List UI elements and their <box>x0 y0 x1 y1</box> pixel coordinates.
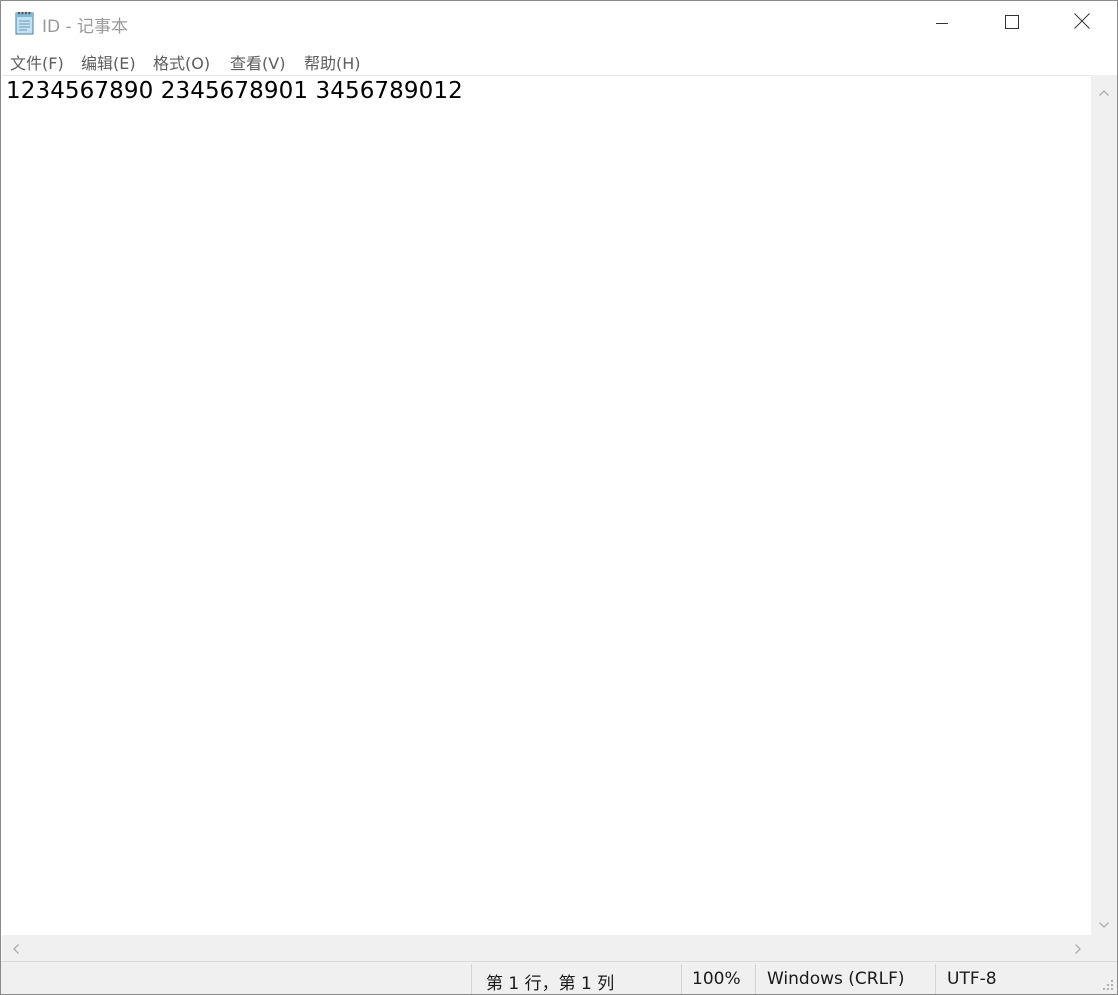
encoding: UTF-8 <box>947 969 997 989</box>
notepad-window: ID - 记事本 文件(F) 编辑(E) 格式(O) 查看(V) 帮助(H) 1… <box>0 0 1118 995</box>
scroll-right-button[interactable] <box>1066 935 1090 961</box>
menu-edit[interactable]: 编辑(E) <box>80 50 137 74</box>
text-editor[interactable]: 1234567890 2345678901 3456789012 <box>2 75 1091 935</box>
line-ending: Windows (CRLF) <box>767 969 905 989</box>
close-button[interactable] <box>1047 1 1117 45</box>
chevron-up-icon <box>1099 81 1109 100</box>
status-divider <box>935 964 936 994</box>
status-divider <box>471 964 472 994</box>
cursor-position: 第 1 行，第 1 列 <box>486 974 615 994</box>
menu-file[interactable]: 文件(F) <box>9 50 65 74</box>
horizontal-scrollbar[interactable] <box>2 935 1091 961</box>
maximize-button[interactable] <box>977 1 1047 45</box>
window-title: ID - 记事本 <box>42 17 129 37</box>
minimize-icon <box>936 14 948 33</box>
vertical-scrollbar[interactable] <box>1091 75 1117 935</box>
status-bar: 第 1 行，第 1 列 100% Windows (CRLF) UTF-8 <box>1 961 1117 994</box>
menu-help[interactable]: 帮助(H) <box>303 50 362 74</box>
scroll-up-button[interactable] <box>1091 77 1117 103</box>
minimize-button[interactable] <box>907 1 977 45</box>
menu-bar: 文件(F) 编辑(E) 格式(O) 查看(V) 帮助(H) <box>1 45 1117 75</box>
menu-view[interactable]: 查看(V) <box>229 50 286 74</box>
resize-grip-icon[interactable] <box>1099 976 1115 992</box>
close-icon <box>1074 13 1090 33</box>
status-divider <box>755 964 756 994</box>
scroll-left-button[interactable] <box>4 935 28 961</box>
maximize-icon <box>1005 14 1019 33</box>
zoom-level: 100% <box>692 969 741 989</box>
chevron-right-icon <box>1075 939 1081 958</box>
scroll-down-button[interactable] <box>1091 909 1117 935</box>
status-divider <box>681 964 682 994</box>
menu-format[interactable]: 格式(O) <box>152 50 211 74</box>
scrollbar-corner <box>1091 935 1117 961</box>
chevron-down-icon <box>1099 913 1109 932</box>
title-bar[interactable]: ID - 记事本 <box>1 1 1117 45</box>
chevron-left-icon <box>13 939 19 958</box>
notepad-icon[interactable] <box>14 10 36 36</box>
editor-content[interactable]: 1234567890 2345678901 3456789012 <box>6 78 463 104</box>
